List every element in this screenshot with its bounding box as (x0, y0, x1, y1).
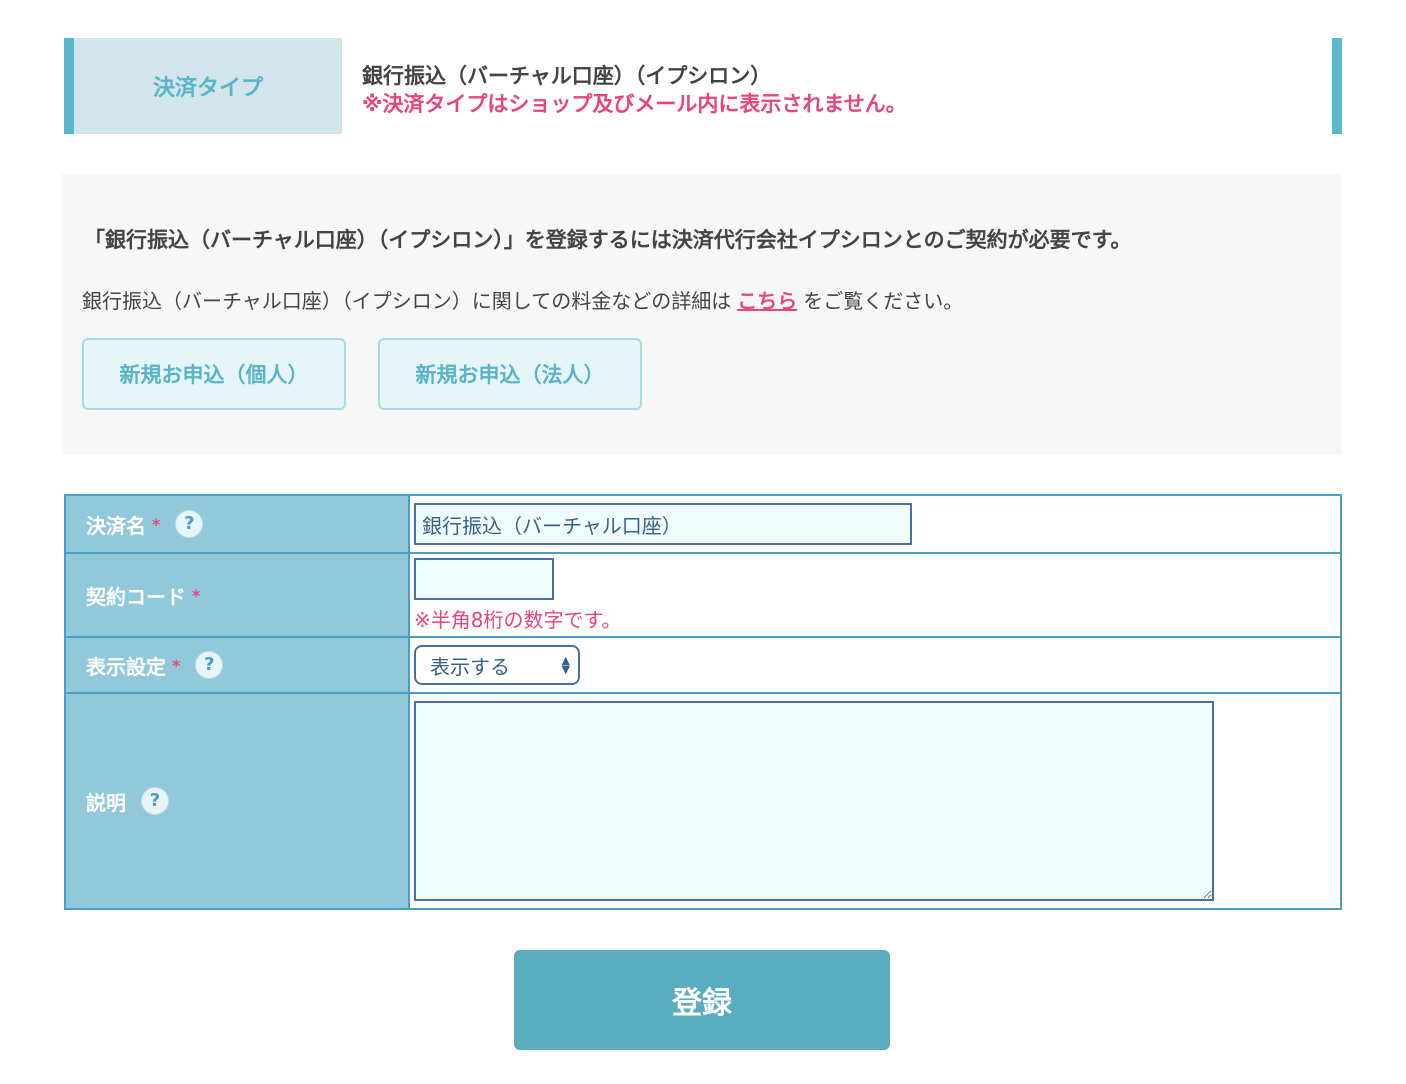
apply-corporate-button[interactable]: 新規お申込（法人） (378, 338, 642, 410)
select-arrows-icon: ▲ ▼ (561, 654, 570, 676)
payment-form-table: 決済名 * ? 契約コード * ※半角8桁の数字です。 (64, 494, 1342, 910)
contract-info-box: 「銀行振込（バーチャル口座）（イプシロン）」を登録するには決済代行会社イプシロン… (62, 174, 1342, 454)
detail-link[interactable]: こちら (737, 289, 797, 313)
help-icon[interactable]: ? (196, 652, 223, 678)
payment-type-label: 決済タイプ (74, 38, 342, 134)
description-header: 説明 ? (64, 692, 410, 910)
contract-code-note: ※半角8桁の数字です。 (414, 607, 622, 632)
detail-prefix: 銀行振込（バーチャル口座）（イプシロン）に関しての料金などの詳細は (82, 289, 732, 313)
display-setting-select[interactable]: 表示する ▲ ▼ (414, 645, 580, 685)
contract-code-header: 契約コード * (64, 552, 410, 638)
accent-bar-left (64, 38, 74, 134)
payment-name-label: 決済名 (86, 513, 146, 538)
apply-personal-button[interactable]: 新規お申込（個人） (82, 338, 346, 410)
payment-settings-page: 決済タイプ 銀行振込（バーチャル口座）（イプシロン） ※決済タイプはショップ及び… (0, 0, 1406, 1084)
payment-type-note: ※決済タイプはショップ及びメール内に表示されません。 (362, 92, 907, 116)
payment-type-header: 決済タイプ 銀行振込（バーチャル口座）（イプシロン） ※決済タイプはショップ及び… (64, 38, 1342, 134)
display-setting-label: 表示設定 (86, 654, 166, 679)
display-setting-selected: 表示する (430, 654, 510, 679)
description-textarea[interactable] (414, 701, 1214, 901)
contract-info-title: 「銀行振込（バーチャル口座）（イプシロン）」を登録するには決済代行会社イプシロン… (84, 228, 1132, 252)
form-row-display-setting: 表示設定 * ? 表示する ▲ ▼ (64, 636, 1342, 694)
contract-code-input[interactable] (414, 557, 554, 600)
required-mark: * (172, 655, 181, 675)
payment-type-value-cell: 銀行振込（バーチャル口座）（イプシロン） ※決済タイプはショップ及びメール内に表… (362, 62, 1302, 118)
display-setting-cell: 表示する ▲ ▼ (408, 636, 1342, 694)
description-label: 説明 (86, 790, 126, 815)
payment-name-cell (408, 494, 1342, 554)
payment-name-input[interactable] (414, 503, 912, 545)
payment-type-value: 銀行振込（バーチャル口座）（イプシロン） (362, 64, 772, 88)
form-row-payment-name: 決済名 * ? (64, 494, 1342, 554)
required-mark: * (192, 585, 201, 605)
description-cell (408, 692, 1342, 910)
register-button[interactable]: 登録 (514, 950, 890, 1050)
accent-bar-right (1332, 38, 1342, 134)
contract-info-detail: 銀行振込（バーチャル口座）（イプシロン）に関しての料金などの詳細は こちら をご覧く… (82, 285, 963, 314)
payment-name-header: 決済名 * ? (64, 494, 410, 554)
help-icon[interactable]: ? (176, 511, 203, 537)
help-icon[interactable]: ? (142, 788, 168, 814)
required-mark: * (152, 514, 161, 534)
contract-code-label: 契約コード (86, 584, 186, 609)
form-row-description: 説明 ? (64, 692, 1342, 910)
display-setting-header: 表示設定 * ? (64, 636, 410, 694)
detail-suffix: をご覧ください。 (803, 289, 964, 313)
contract-code-cell: ※半角8桁の数字です。 (408, 552, 1342, 638)
form-row-contract-code: 契約コード * ※半角8桁の数字です。 (64, 552, 1342, 638)
